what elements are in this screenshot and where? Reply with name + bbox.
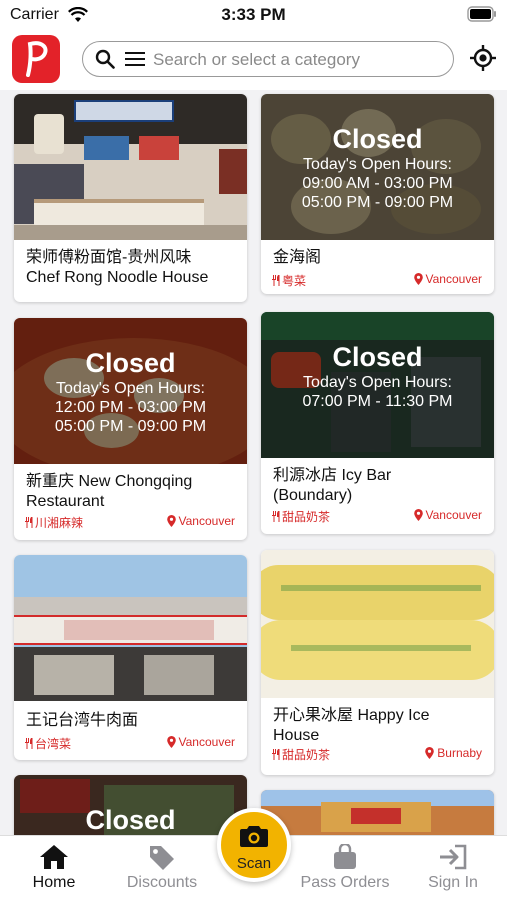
tab-label: Discounts — [126, 874, 198, 891]
tab-home[interactable]: Home — [4, 844, 104, 892]
restaurant-photo — [14, 555, 247, 701]
cutlery-icon — [272, 749, 280, 760]
closed-label: Closed — [85, 348, 176, 378]
location-tag: Vancouver — [413, 272, 482, 286]
closed-label: Closed — [85, 805, 176, 835]
scan-button[interactable]: Scan — [217, 808, 291, 882]
location-label: Vancouver — [178, 735, 235, 749]
open-hours-title: Today's Open Hours: — [303, 156, 452, 173]
location-label: Vancouver — [425, 272, 482, 286]
restaurant-card-jin-hai-ge[interactable]: Closed Today's Open Hours: 09:00 AM - 03… — [261, 94, 494, 294]
search-icon[interactable] — [95, 49, 115, 69]
cutlery-icon — [272, 275, 280, 286]
tab-pass-orders[interactable]: Pass Orders — [295, 844, 395, 892]
search-bar[interactable]: Search or select a category — [82, 41, 454, 77]
restaurant-photo: Closed — [14, 775, 247, 835]
tab-label: Pass Orders — [300, 874, 390, 891]
closed-overlay: Closed Today's Open Hours: 12:00 PM - 03… — [14, 318, 247, 464]
location-pin-icon — [413, 273, 423, 285]
category-tag: 甜品奶茶 — [271, 746, 330, 763]
location-pin-icon — [425, 747, 435, 759]
location-pin-icon — [413, 509, 423, 521]
cutlery-icon — [25, 517, 33, 528]
restaurant-photo — [14, 94, 247, 240]
restaurant-photo: Closed Today's Open Hours: 12:00 PM - 03… — [14, 318, 247, 464]
closed-overlay: Closed — [14, 775, 247, 835]
sign-in-icon — [440, 844, 467, 870]
tag-icon — [150, 846, 174, 870]
location-pin-icon — [166, 736, 176, 748]
battery-icon — [467, 6, 496, 22]
closed-overlay: Closed Today's Open Hours: 07:00 PM - 11… — [261, 312, 494, 458]
tab-label: Sign In — [428, 874, 478, 891]
location-tag: Vancouver — [166, 514, 235, 528]
app-header: Search or select a category — [0, 30, 507, 90]
clock: 3:33 PM — [221, 5, 286, 24]
tab-discounts[interactable]: Discounts — [112, 844, 212, 892]
restaurant-card-partial[interactable] — [261, 790, 494, 835]
location-tag: Vancouver — [413, 508, 482, 522]
restaurant-card-new-chongqing[interactable]: Closed Today's Open Hours: 12:00 PM - 03… — [14, 318, 247, 540]
cutlery-icon — [272, 511, 280, 522]
category-tag: 台湾菜 — [24, 735, 71, 752]
camera-icon — [240, 826, 268, 847]
category-label: 川湘麻辣 — [35, 516, 84, 530]
category-label: 台湾菜 — [35, 737, 72, 751]
restaurant-name: 开心果冰屋 Happy Ice House — [273, 707, 430, 744]
location-tag: Vancouver — [166, 735, 235, 749]
location-label: Burnaby — [437, 746, 482, 760]
open-hours-line: 12:00 PM - 03:00 PM — [54, 399, 207, 416]
restaurant-photo: Closed Today's Open Hours: 09:00 AM - 03… — [261, 94, 494, 240]
restaurant-photo — [261, 550, 494, 698]
category-tag: 粤菜 — [271, 272, 306, 289]
restaurant-name: 利源冰店 Icy Bar (Boundary) — [273, 467, 392, 504]
location-pin-icon — [166, 515, 176, 527]
closed-label: Closed — [332, 342, 423, 372]
category-label: 粤菜 — [282, 274, 307, 288]
open-hours-line: 09:00 AM - 03:00 PM — [302, 175, 453, 192]
restaurant-photo — [261, 790, 494, 835]
restaurant-name: 金海阁 — [273, 249, 322, 266]
search-placeholder[interactable]: Search or select a category — [153, 50, 360, 70]
restaurant-name: 王记台湾牛肉面 — [26, 712, 139, 729]
location-label: Vancouver — [425, 508, 482, 522]
location-tag: Burnaby — [425, 746, 482, 760]
logo-p-icon — [26, 41, 48, 77]
restaurant-card-icy-bar[interactable]: Closed Today's Open Hours: 07:00 PM - 11… — [261, 312, 494, 534]
tab-sign-in[interactable]: Sign In — [403, 844, 503, 892]
locate-icon[interactable] — [470, 45, 496, 71]
restaurant-card-peaceful[interactable]: Closed — [14, 775, 247, 835]
closed-overlay: Closed Today's Open Hours: 09:00 AM - 03… — [261, 94, 494, 240]
restaurant-name: 荣师傅粉面馆-贵州风味 Chef Rong Noodle House — [26, 249, 209, 286]
category-tag: 川湘麻辣 — [24, 514, 83, 531]
restaurant-card-chef-rong[interactable]: 荣师傅粉面馆-贵州风味 Chef Rong Noodle House — [14, 94, 247, 302]
category-label: 甜品奶茶 — [282, 748, 331, 762]
location-label: Vancouver — [178, 514, 235, 528]
restaurant-feed[interactable]: 荣师傅粉面馆-贵州风味 Chef Rong Noodle House Close… — [0, 90, 507, 835]
category-label: 甜品奶茶 — [282, 510, 331, 524]
menu-icon[interactable] — [125, 50, 145, 68]
bag-icon — [334, 844, 356, 869]
open-hours-line: 07:00 PM - 11:30 PM — [302, 393, 453, 410]
open-hours-title: Today's Open Hours: — [303, 374, 452, 391]
closed-label: Closed — [332, 124, 423, 154]
status-bar: Carrier 3:33 PM — [0, 0, 507, 30]
restaurant-card-wang-beef-noodle[interactable]: 王记台湾牛肉面 台湾菜 Vancouver — [14, 555, 247, 760]
restaurant-card-happy-ice-house[interactable]: 开心果冰屋 Happy Ice House 甜品奶茶 Burnaby — [261, 550, 494, 775]
cutlery-icon — [25, 738, 33, 749]
tab-label: Home — [32, 874, 76, 891]
open-hours-title: Today's Open Hours: — [56, 380, 205, 397]
scan-label: Scan — [236, 855, 272, 872]
app-logo[interactable] — [12, 35, 60, 83]
restaurant-photo: Closed Today's Open Hours: 07:00 PM - 11… — [261, 312, 494, 458]
category-tag: 甜品奶茶 — [271, 508, 330, 525]
open-hours-line: 05:00 PM - 09:00 PM — [54, 418, 207, 435]
home-icon — [40, 845, 68, 869]
open-hours-line: 05:00 PM - 09:00 PM — [301, 194, 454, 211]
restaurant-name: 新重庆 New Chongqing Restaurant — [26, 473, 193, 510]
